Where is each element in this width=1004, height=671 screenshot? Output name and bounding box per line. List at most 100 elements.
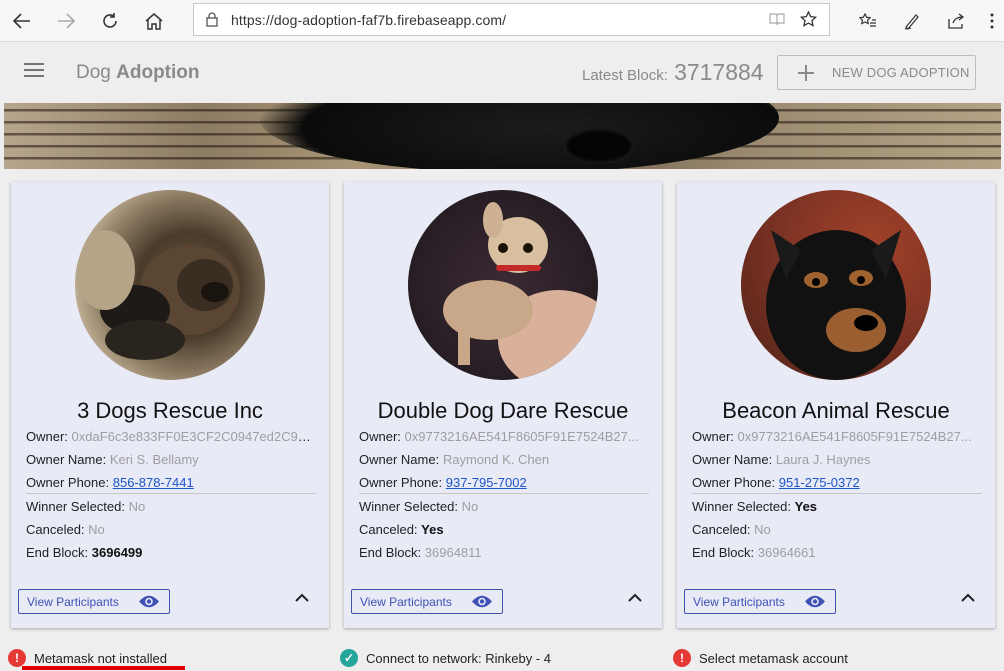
network-status-text: Connect to network: Rinkeby - 4 xyxy=(366,650,551,666)
end-block-label: End Block: xyxy=(26,545,89,560)
owner-name-value: Raymond K. Chen xyxy=(442,452,550,467)
back-arrow-icon xyxy=(13,13,30,29)
owner-name-label: Owner Name: xyxy=(359,452,440,467)
end-block-row: End Block: 3696499 xyxy=(26,545,316,568)
owner-phone-link[interactable]: 937-795-7002 xyxy=(446,475,527,490)
dog-photo xyxy=(408,190,598,380)
end-block-row: End Block: 36964811 xyxy=(359,545,649,568)
eye-icon xyxy=(805,595,825,608)
owner-phone-link[interactable]: 856-878-7441 xyxy=(113,475,194,490)
owner-phone-row: Owner Phone: 937-795-7002 xyxy=(359,475,649,498)
end-block-value: 36964811 xyxy=(424,545,482,560)
end-block-row: End Block: 36964661 xyxy=(692,545,982,568)
hero-banner-image xyxy=(4,103,1001,169)
banner-dog-silhouette xyxy=(259,103,779,169)
owner-row: Owner: 0x9773216AE541F8605F91E7524B27... xyxy=(359,429,649,452)
favorites-hub-button[interactable] xyxy=(853,6,883,36)
owner-name-row: Owner Name: Laura J. Haynes xyxy=(692,452,982,475)
owner-phone-link[interactable]: 951-275-0372 xyxy=(779,475,860,490)
metamask-status-text: Metamask not installed xyxy=(34,650,167,666)
refresh-button[interactable] xyxy=(95,6,125,36)
owner-phone-label: Owner Phone: xyxy=(26,475,110,490)
canceled-value: No xyxy=(88,522,105,537)
reading-view-icon[interactable] xyxy=(769,12,785,26)
canceled-label: Canceled: xyxy=(692,522,751,537)
owner-name-value: Laura J. Haynes xyxy=(775,452,871,467)
forward-button[interactable] xyxy=(51,6,81,36)
divider xyxy=(359,493,649,494)
end-block-label: End Block: xyxy=(692,545,755,560)
favorite-star-icon[interactable] xyxy=(800,11,817,27)
more-button[interactable] xyxy=(980,6,1004,36)
app-title: Dog Adoption xyxy=(76,62,200,84)
account-status-text: Select metamask account xyxy=(699,650,848,666)
card-details: Owner: 0x9773216AE541F8605F91E7524B27...… xyxy=(359,429,649,568)
card-title: 3 Dogs Rescue Inc xyxy=(77,398,263,423)
plus-icon xyxy=(798,64,814,81)
owner-name-value: Keri S. Bellamy xyxy=(109,452,199,467)
winner-label: Winner Selected: xyxy=(26,499,125,514)
card-title: Double Dog Dare Rescue xyxy=(377,398,629,423)
winner-row: Winner Selected: Yes xyxy=(692,499,982,522)
forward-arrow-icon xyxy=(58,13,75,29)
view-participants-button[interactable]: View Participants xyxy=(351,589,503,614)
notes-button[interactable] xyxy=(897,6,927,36)
winner-row: Winner Selected: No xyxy=(359,499,649,522)
chevron-up-icon[interactable] xyxy=(628,593,642,602)
home-button[interactable] xyxy=(139,6,169,36)
adoption-card: Double Dog Dare Rescue Owner: 0x9773216A… xyxy=(344,182,662,628)
eye-icon xyxy=(139,595,159,608)
view-participants-label: View Participants xyxy=(27,594,119,609)
owner-row: Owner: 0xdaF6c3e833FF0E3CF2C0947ed2C9A..… xyxy=(26,429,316,452)
banner-dog-nose xyxy=(564,128,634,164)
owner-name-label: Owner Name: xyxy=(26,452,107,467)
view-participants-label: View Participants xyxy=(360,594,452,609)
owner-label: Owner: xyxy=(26,429,68,444)
winner-value: No xyxy=(128,499,146,514)
hamburger-menu-icon[interactable] xyxy=(24,63,44,81)
owner-phone-row: Owner Phone: 856-878-7441 xyxy=(26,475,316,498)
owner-value: 0x9773216AE541F8605F91E7524B27... xyxy=(404,429,639,444)
winner-label: Winner Selected: xyxy=(359,499,458,514)
network-status: ✓ Connect to network: Rinkeby - 4 xyxy=(340,649,551,667)
canceled-row: Canceled: No xyxy=(692,522,982,545)
divider xyxy=(692,493,982,494)
share-button[interactable] xyxy=(941,6,971,36)
error-icon: ! xyxy=(673,649,691,667)
app-header: Dog Adoption Latest Block: 3717884 NEW D… xyxy=(0,43,1004,103)
winner-row: Winner Selected: No xyxy=(26,499,316,522)
back-button[interactable] xyxy=(7,6,37,36)
owner-phone-row: Owner Phone: 951-275-0372 xyxy=(692,475,982,498)
home-icon xyxy=(145,12,163,30)
owner-name-label: Owner Name: xyxy=(692,452,773,467)
adoption-card: 3 Dogs Rescue Inc Owner: 0xdaF6c3e833FF0… xyxy=(11,182,329,628)
owner-row: Owner: 0x9773216AE541F8605F91E7524B27... xyxy=(692,429,982,452)
app-title-bold: Adoption xyxy=(116,62,200,83)
account-status: ! Select metamask account xyxy=(673,649,848,667)
view-participants-button[interactable]: View Participants xyxy=(684,589,836,614)
canceled-label: Canceled: xyxy=(26,522,85,537)
view-participants-button[interactable]: View Participants xyxy=(18,589,170,614)
eye-icon xyxy=(472,595,492,608)
chevron-up-icon[interactable] xyxy=(295,593,309,602)
adoption-card: Beacon Animal Rescue Owner: 0x9773216AE5… xyxy=(677,182,995,628)
new-dog-adoption-button[interactable]: NEW DOG ADOPTION xyxy=(777,55,976,90)
favorites-list-icon xyxy=(859,13,876,27)
latest-block-label: Latest Block: xyxy=(582,67,668,84)
card-details: Owner: 0x9773216AE541F8605F91E7524B27...… xyxy=(692,429,982,568)
metamask-warning-underline xyxy=(22,666,185,670)
canceled-value: No xyxy=(754,522,771,537)
dog-photo xyxy=(75,190,265,380)
owner-name-row: Owner Name: Raymond K. Chen xyxy=(359,452,649,475)
owner-name-row: Owner Name: Keri S. Bellamy xyxy=(26,452,316,475)
chevron-up-icon[interactable] xyxy=(961,593,975,602)
url-text: https://dog-adoption-faf7b.firebaseapp.c… xyxy=(231,11,507,28)
check-circle-icon: ✓ xyxy=(340,649,358,667)
card-title: Beacon Animal Rescue xyxy=(722,398,950,423)
address-bar[interactable]: https://dog-adoption-faf7b.firebaseapp.c… xyxy=(193,3,830,36)
view-participants-label: View Participants xyxy=(693,594,785,609)
canceled-row: Canceled: No xyxy=(26,522,316,545)
winner-value: No xyxy=(461,499,479,514)
latest-block: Latest Block: 3717884 xyxy=(582,59,764,86)
owner-value: 0xdaF6c3e833FF0E3CF2C0947ed2C9A... xyxy=(71,429,316,444)
